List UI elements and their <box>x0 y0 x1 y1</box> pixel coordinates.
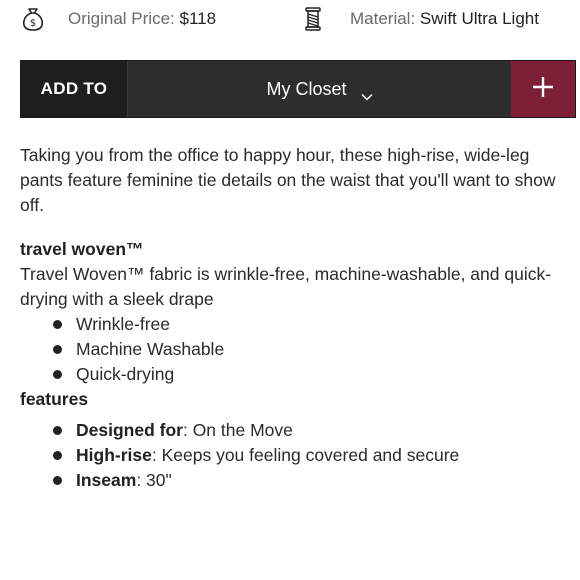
bullet-icon <box>53 370 62 379</box>
bullet-icon <box>53 426 62 435</box>
bullet-text: Quick-drying <box>76 364 175 384</box>
bullet-icon <box>53 476 62 485</box>
feature-value: : On the Move <box>182 420 293 440</box>
list-item: Designed for: On the Move <box>20 418 572 443</box>
feature-value: : 30" <box>136 470 172 490</box>
product-info-row: $ Original Price: $118 Material: Swift U… <box>0 0 580 40</box>
chevron-down-icon <box>360 85 373 101</box>
closet-dropdown[interactable]: My Closet <box>127 61 511 117</box>
bullet-icon <box>53 451 62 460</box>
features-list: Designed for: On the Move High-rise: Kee… <box>20 418 572 493</box>
feature-label: Designed for <box>76 420 183 440</box>
bullet-text: Wrinkle-free <box>76 314 171 334</box>
svg-text:$: $ <box>30 18 36 29</box>
list-item: Wrinkle-free <box>20 312 572 337</box>
closet-dropdown-value: My Closet <box>266 78 347 99</box>
fabric-description: Travel Woven™ fabric is wrinkle-free, ma… <box>20 264 552 309</box>
original-price-label: Original Price: <box>68 9 175 28</box>
money-bag-icon: $ <box>20 6 46 32</box>
thread-spool-icon <box>300 6 326 32</box>
list-item: High-rise: Keeps you feeling covered and… <box>20 443 572 468</box>
list-item: Quick-drying <box>20 362 572 387</box>
material-value: Swift Ultra Light <box>419 9 539 28</box>
add-button[interactable] <box>511 61 575 117</box>
fabric-bullet-list: Wrinkle-free Machine Washable Quick-dryi… <box>20 312 572 387</box>
features-heading: features <box>20 389 89 409</box>
fabric-heading: travel woven™ <box>20 239 144 259</box>
feature-value: : Keeps you feeling covered and secure <box>151 445 460 465</box>
material-label: Material: <box>350 9 416 28</box>
product-details: Taking you from the office to happy hour… <box>20 143 572 493</box>
feature-label: Inseam <box>76 470 137 490</box>
feature-label: High-rise <box>76 445 152 465</box>
product-description: Taking you from the office to happy hour… <box>20 145 556 215</box>
list-item: Machine Washable <box>20 337 572 362</box>
original-price-value: $118 <box>179 9 217 28</box>
material-info: Material: Swift Ultra Light <box>300 6 539 32</box>
list-item: Inseam: 30" <box>20 468 572 493</box>
add-to-label: ADD TO <box>21 61 127 117</box>
bullet-icon <box>53 320 62 329</box>
original-price-info: $ Original Price: $118 <box>20 6 216 32</box>
add-to-closet-bar: ADD TO My Closet <box>20 60 576 118</box>
plus-icon <box>531 75 555 104</box>
bullet-icon <box>53 345 62 354</box>
bullet-text: Machine Washable <box>76 339 225 359</box>
